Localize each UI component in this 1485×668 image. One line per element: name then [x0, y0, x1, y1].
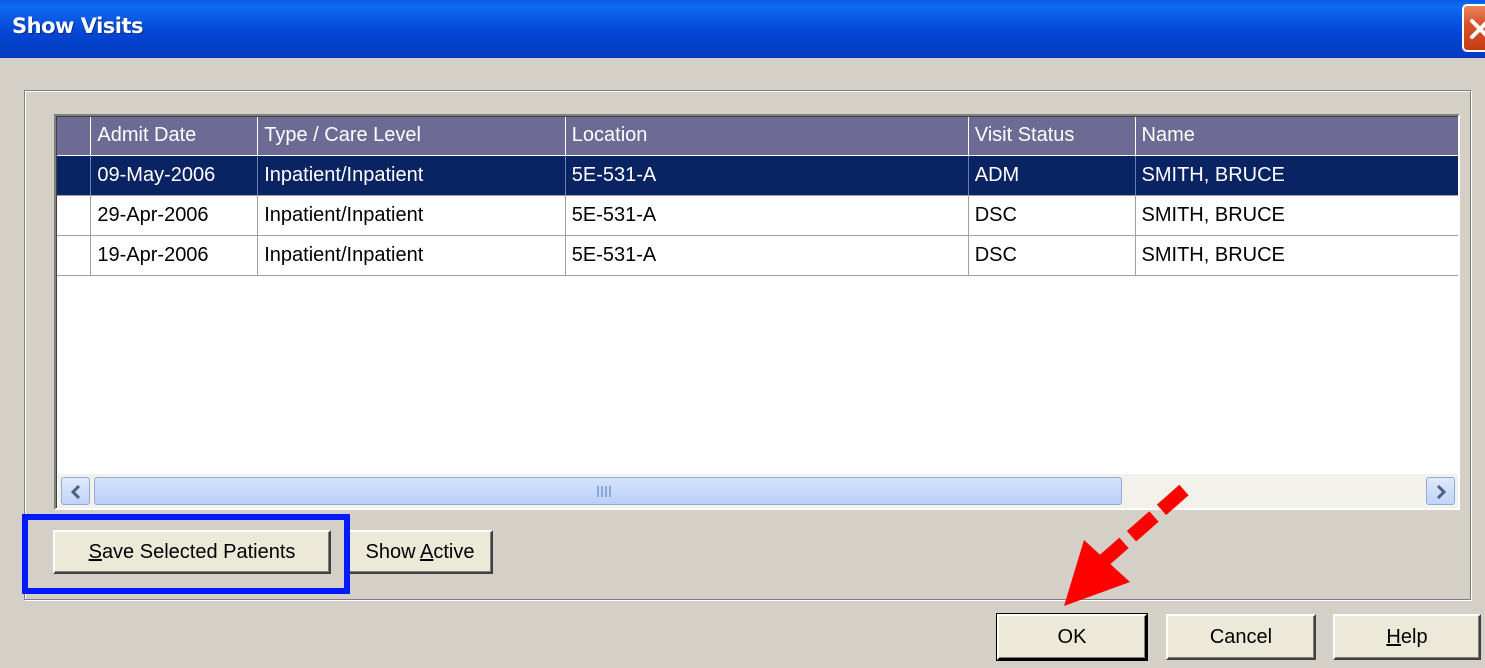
- scroll-thumb[interactable]: [94, 477, 1122, 505]
- column-header-admit-date[interactable]: Admit Date: [90, 117, 259, 156]
- cancel-button[interactable]: Cancel: [1166, 614, 1316, 660]
- cell-name: SMITH, BRUCE: [1135, 195, 1458, 236]
- cancel-label: Cancel: [1209, 626, 1273, 648]
- cell-location: 5E-531-A: [565, 235, 969, 276]
- cell-visit-status: DSC: [968, 235, 1136, 276]
- cell-type: Inpatient/Inpatient: [257, 235, 566, 276]
- header-row: Admit Date Type / Care Level Location Vi…: [57, 117, 1458, 156]
- title-bar[interactable]: Show Visits: [0, 0, 1485, 58]
- close-button[interactable]: [1462, 4, 1485, 52]
- window-title: Show Visits: [12, 14, 144, 38]
- scroll-thumb-grip: [597, 486, 613, 497]
- table-row[interactable]: 29-Apr-2006 Inpatient/Inpatient 5E-531-A…: [57, 195, 1458, 236]
- cell-type: Inpatient/Inpatient: [257, 195, 566, 236]
- column-header-visit-status[interactable]: Visit Status: [968, 117, 1136, 156]
- scroll-left-button[interactable]: [61, 477, 90, 505]
- table-row[interactable]: 09-May-2006 Inpatient/Inpatient 5E-531-A…: [57, 155, 1458, 196]
- cell-location: 5E-531-A: [565, 195, 969, 236]
- cell-type: Inpatient/Inpatient: [257, 155, 566, 196]
- table-row[interactable]: 19-Apr-2006 Inpatient/Inpatient 5E-531-A…: [57, 235, 1458, 276]
- cell-name: SMITH, BRUCE: [1135, 155, 1458, 196]
- row-selector[interactable]: [57, 155, 92, 196]
- row-selector[interactable]: [57, 235, 92, 276]
- scroll-right-icon: [1436, 485, 1447, 499]
- annotation-highlight-box: [22, 514, 350, 594]
- cell-admit-date: 19-Apr-2006: [90, 235, 259, 276]
- horizontal-scrollbar[interactable]: [58, 474, 1458, 508]
- row-selector[interactable]: [57, 195, 92, 236]
- column-header-name[interactable]: Name: [1135, 117, 1458, 156]
- help-label: Help: [1386, 626, 1428, 648]
- show-active-label: Show Active: [365, 541, 475, 563]
- help-button[interactable]: Help: [1333, 614, 1481, 660]
- visits-grid[interactable]: Admit Date Type / Care Level Location Vi…: [54, 114, 1460, 510]
- cell-name: SMITH, BRUCE: [1135, 235, 1458, 276]
- show-active-button[interactable]: Show Active: [347, 530, 493, 574]
- cell-visit-status: ADM: [968, 155, 1136, 196]
- close-icon: [1470, 19, 1485, 39]
- annotation-arrow-icon: [1064, 484, 1189, 606]
- column-header-location[interactable]: Location: [565, 117, 969, 156]
- visits-table: Admit Date Type / Care Level Location Vi…: [57, 117, 1458, 276]
- cell-location: 5E-531-A: [565, 155, 969, 196]
- ok-button[interactable]: OK: [996, 613, 1148, 661]
- column-header-type-care-level[interactable]: Type / Care Level: [257, 117, 566, 156]
- cell-admit-date: 09-May-2006: [90, 155, 259, 196]
- cell-admit-date: 29-Apr-2006: [90, 195, 259, 236]
- scroll-left-icon: [70, 485, 81, 499]
- show-visits-dialog: Show Visits Admit Date Type / Care Level…: [0, 0, 1485, 668]
- ok-label: OK: [1057, 626, 1087, 648]
- cell-visit-status: DSC: [968, 195, 1136, 236]
- row-header-corner: [57, 117, 92, 156]
- scroll-right-button[interactable]: [1426, 477, 1455, 505]
